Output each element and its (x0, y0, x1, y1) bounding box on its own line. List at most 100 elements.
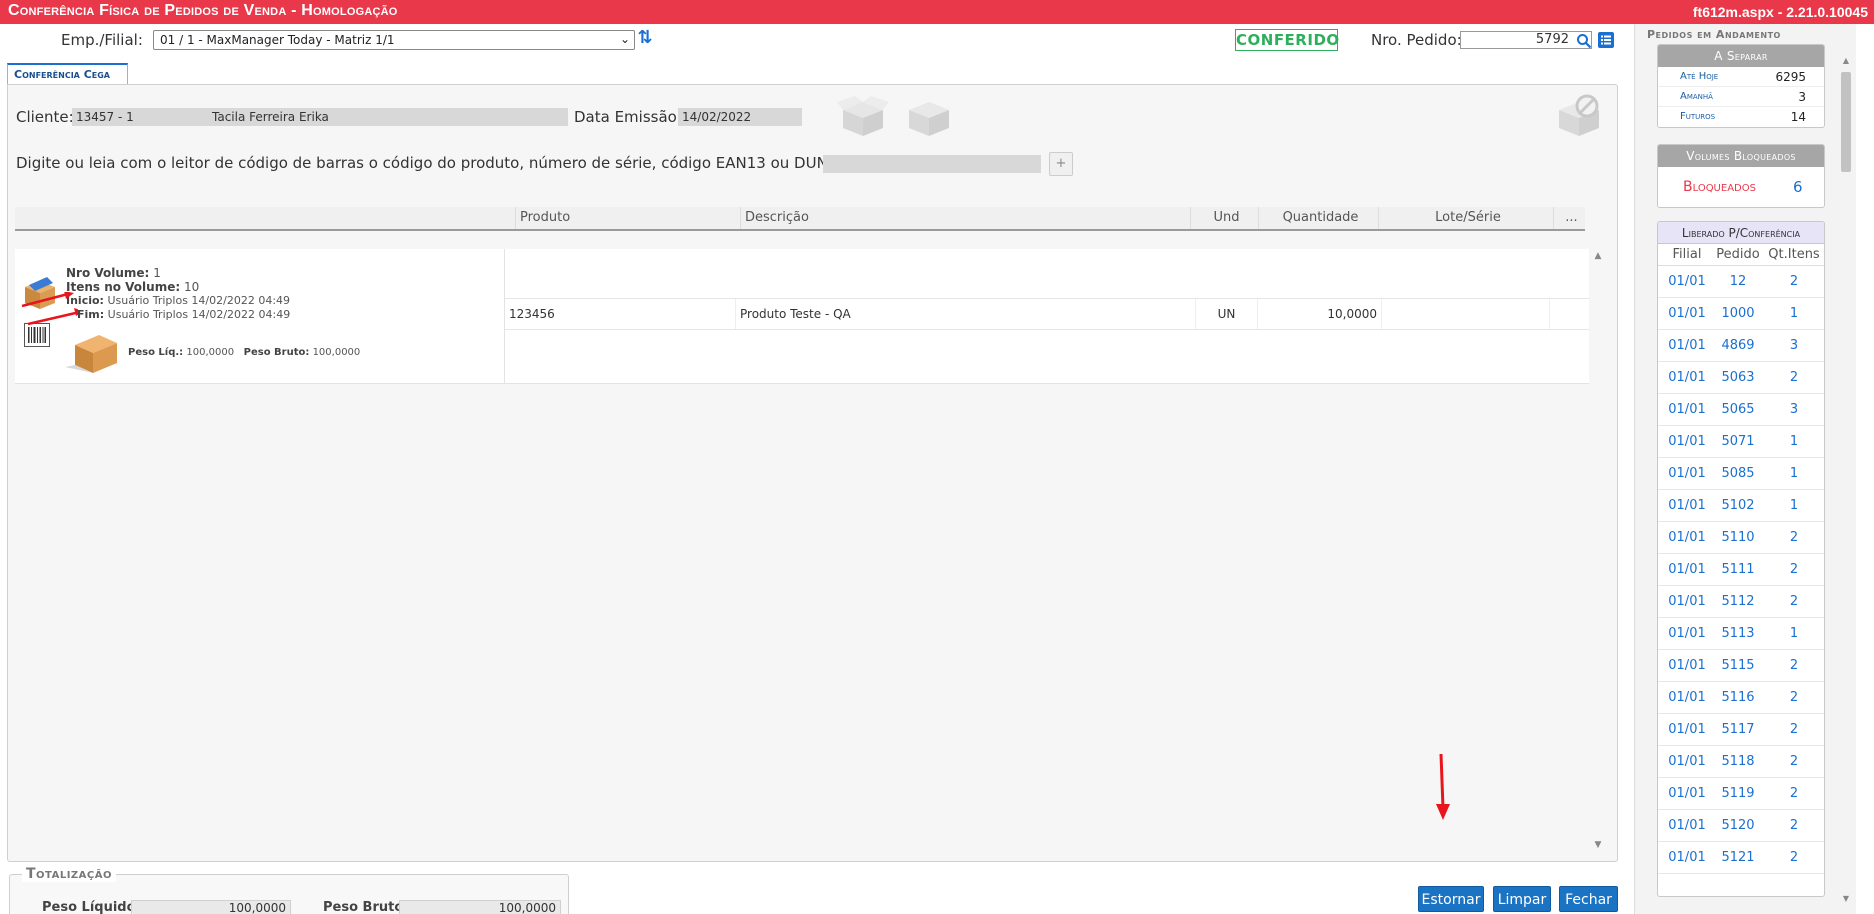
sidebar-scrollbar[interactable]: ▲ ▼ (1839, 54, 1853, 906)
list-item[interactable]: 01/01 5119 2 (1658, 778, 1824, 810)
list-item[interactable]: 01/01 5071 1 (1658, 426, 1824, 458)
list-item[interactable]: 01/01 5117 2 (1658, 714, 1824, 746)
a-separar-label: Amanhã (1680, 91, 1713, 102)
liberado-qt: 2 (1789, 786, 1799, 801)
pedido-label: Nro. Pedido: (1371, 31, 1462, 49)
liberado-title: Liberado P/Conferência (1658, 222, 1824, 244)
a-separar-label: Até Hoje (1680, 71, 1719, 82)
sidebar-scroll-up-icon[interactable]: ▲ (1838, 54, 1854, 68)
estornar-button[interactable]: Estornar (1418, 886, 1484, 912)
itens-volume: Itens no Volume: 10 (66, 280, 199, 294)
fim-label: Fim: (77, 308, 105, 321)
liberado-qt: 1 (1789, 498, 1799, 513)
list-item[interactable]: 01/01 5102 1 (1658, 490, 1824, 522)
bloqueados-value: 6 (1793, 178, 1803, 196)
annotation-arrow-down-icon (1436, 753, 1450, 820)
col-produto[interactable]: Produto (515, 207, 740, 229)
list-item[interactable]: 01/01 5116 2 (1658, 682, 1824, 714)
volume-info: Nro Volume: 1 Itens no Volume: 10 Inicio… (15, 249, 505, 384)
liberado-filial: 01/01 (1668, 658, 1706, 673)
liberado-filial: 01/01 (1668, 562, 1706, 577)
col-more[interactable]: ... (1553, 207, 1585, 229)
liberado-pedido: 5071 (1721, 434, 1755, 449)
list-item[interactable]: 01/01 4869 3 (1658, 330, 1824, 362)
bloqueados-box: Volumes Bloqueados Bloqueados 6 (1657, 144, 1825, 208)
cliente-code-field: 13457 - 1 (72, 108, 208, 126)
bloqueados-title: Volumes Bloqueados (1658, 145, 1824, 167)
list-item[interactable]: 01/01 12 2 (1658, 266, 1824, 298)
col-descricao[interactable]: Descrição (740, 207, 1190, 229)
col-filial: Filial (1672, 247, 1702, 262)
tab-conferencia-cega[interactable]: Conferência Cega (7, 63, 128, 84)
emp-filial-select[interactable]: 01 / 1 - MaxManager Today - Matriz 1/1 ⌄ (153, 30, 635, 50)
liberado-pedido: 5120 (1721, 818, 1755, 833)
peso-bruto-label: Peso Bruto: (323, 900, 409, 914)
list-item[interactable]: 01/01 5120 2 (1658, 810, 1824, 842)
barcode-input[interactable] (823, 155, 1041, 173)
scroll-down-icon[interactable]: ▼ (1590, 838, 1606, 852)
cell-descricao: Produto Teste - QA (735, 299, 1195, 329)
liberado-pedido: 5063 (1721, 370, 1755, 385)
list-item[interactable]: 01/01 5110 2 (1658, 522, 1824, 554)
list-item[interactable]: 01/01 5112 2 (1658, 586, 1824, 618)
list-item[interactable]: 01/01 5113 1 (1658, 618, 1824, 650)
liberado-qt: 2 (1789, 818, 1799, 833)
liberado-filial: 01/01 (1668, 530, 1706, 545)
a-separar-row[interactable]: Futuros 14 (1658, 107, 1824, 127)
cell-produto: 123456 (509, 307, 555, 321)
col-quantidade[interactable]: Quantidade (1258, 207, 1378, 229)
sidebar-scroll-down-icon[interactable]: ▼ (1838, 892, 1854, 906)
inicio-line: Inicio: Usuário Triplos 14/02/2022 04:49 (66, 294, 290, 307)
grid-scrollbar[interactable]: ▲ ▼ (1590, 249, 1606, 852)
data-emissao-label: Data Emissão: (574, 108, 682, 126)
add-button[interactable]: + (1049, 152, 1073, 176)
volume-group: Nro Volume: 1 Itens no Volume: 10 Inicio… (15, 249, 1589, 384)
page-title: Conferência Física de Pedidos de Venda -… (8, 2, 398, 19)
list-icon[interactable] (1598, 32, 1614, 48)
closed-box-icon[interactable] (903, 92, 955, 138)
block-box-icon[interactable] (1553, 92, 1605, 138)
limpar-button[interactable]: Limpar (1493, 886, 1551, 912)
a-separar-value: 3 (1798, 90, 1806, 104)
inicio-value: Usuário Triplos 14/02/2022 04:49 (107, 294, 291, 307)
a-separar-row[interactable]: Até Hoje 6295 (1658, 67, 1824, 87)
liberado-qt: 3 (1789, 402, 1799, 417)
peso-liquido-label: Peso Líquido: (42, 900, 141, 914)
liberado-filial: 01/01 (1668, 306, 1706, 321)
list-item[interactable]: 01/01 5115 2 (1658, 650, 1824, 682)
pedido-input[interactable]: 5792 (1460, 31, 1592, 49)
liberado-header: Filial Pedido Qt.Itens (1658, 244, 1824, 266)
list-item[interactable]: 01/01 5121 2 (1658, 842, 1824, 874)
search-icon[interactable] (1576, 33, 1592, 49)
liberado-pedido: 5118 (1721, 754, 1755, 769)
cell-und: UN (1195, 299, 1257, 329)
fim-value: Usuário Triplos 14/02/2022 04:49 (107, 308, 291, 321)
cell-lote (1381, 299, 1549, 329)
liberado-filial: 01/01 (1668, 498, 1706, 513)
list-item[interactable]: 01/01 5065 3 (1658, 394, 1824, 426)
open-box-icon[interactable] (837, 92, 889, 138)
bloqueados-label: Bloqueados (1683, 179, 1756, 195)
refresh-icon[interactable]: ⇅ (636, 29, 654, 49)
col-und[interactable]: Und (1190, 207, 1258, 229)
status-badge: CONFERIDO (1235, 29, 1340, 51)
liberado-qt: 2 (1789, 594, 1799, 609)
scroll-up-icon[interactable]: ▲ (1590, 249, 1606, 263)
col-lote-serie[interactable]: Lote/Série (1378, 207, 1553, 229)
a-separar-row[interactable]: Amanhã 3 (1658, 87, 1824, 107)
sidebar-scroll-thumb[interactable] (1841, 72, 1851, 172)
liberado-box: Liberado P/Conferência Filial Pedido Qt.… (1657, 221, 1825, 897)
list-item[interactable]: 01/01 1000 1 (1658, 298, 1824, 330)
list-item[interactable]: 01/01 5111 2 (1658, 554, 1824, 586)
a-separar-value: 6295 (1775, 70, 1806, 84)
peso-liq-label: Peso Líq.: (128, 347, 184, 358)
cliente-label: Cliente: (16, 108, 74, 126)
bloqueados-row[interactable]: Bloqueados 6 (1658, 167, 1824, 207)
fechar-button[interactable]: Fechar (1559, 886, 1618, 912)
liberado-pedido: 1000 (1721, 306, 1755, 321)
list-item[interactable]: 01/01 5085 1 (1658, 458, 1824, 490)
list-item[interactable]: 01/01 5118 2 (1658, 746, 1824, 778)
list-item[interactable]: 01/01 5063 2 (1658, 362, 1824, 394)
version-label: ft612m.aspx - 2.21.0.10045 (1692, 4, 1868, 20)
table-row[interactable]: 123456 Produto Teste - QA UN 10,0000 (505, 298, 1589, 330)
